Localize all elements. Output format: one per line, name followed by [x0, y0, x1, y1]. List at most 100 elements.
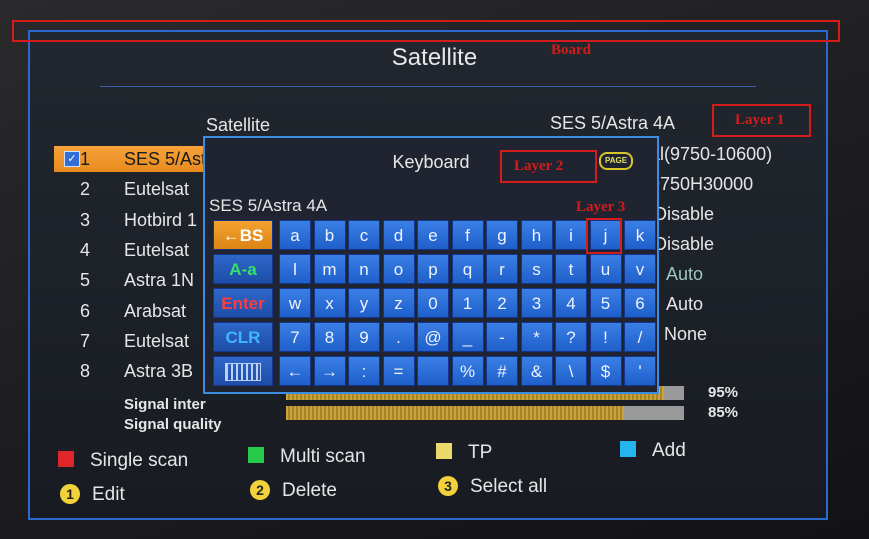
- arrow-left-key[interactable]: ←: [279, 356, 311, 386]
- key[interactable]: v: [624, 254, 656, 284]
- key[interactable]: f: [451, 220, 484, 250]
- setting-value[interactable]: al(9750-10600): [650, 144, 772, 165]
- number-2-icon: 2: [250, 480, 270, 500]
- key[interactable]: p: [417, 254, 449, 284]
- legend-delete[interactable]: 2 Delete: [250, 480, 337, 502]
- key[interactable]: h: [520, 220, 553, 250]
- setting-value[interactable]: Disable: [654, 204, 714, 225]
- satellite-name: Eutelsat: [124, 330, 190, 351]
- satellite-name: Hotbird 1: [124, 209, 198, 230]
- key[interactable]: !: [589, 322, 622, 352]
- satellite-row[interactable]: 4 Eutelsat: [54, 237, 204, 263]
- key[interactable]: 0: [417, 288, 449, 318]
- key[interactable]: 5: [589, 288, 622, 318]
- legend-edit[interactable]: 1 Edit: [60, 484, 125, 506]
- setting-value[interactable]: Auto: [666, 264, 703, 285]
- key[interactable]: -: [486, 322, 518, 352]
- key[interactable]: x: [313, 288, 346, 318]
- fn-key-case[interactable]: A-a: [213, 254, 273, 284]
- key[interactable]: &: [520, 356, 553, 386]
- satellite-row[interactable]: ✓1 SES 5/Astra 4A: [54, 146, 208, 172]
- legend-select-all[interactable]: 3 Select all: [438, 476, 547, 498]
- key[interactable]: 8: [313, 322, 346, 352]
- satellite-row[interactable]: 2 Eutelsat: [54, 176, 204, 202]
- key[interactable]: 6: [624, 288, 656, 318]
- column-header-current-satellite: SES 5/Astra 4A: [550, 113, 676, 133]
- key[interactable]: =: [382, 356, 415, 386]
- key[interactable]: /: [624, 322, 656, 352]
- key[interactable]: n: [348, 254, 380, 284]
- key[interactable]: #: [486, 356, 518, 386]
- key[interactable]: ': [624, 356, 656, 386]
- arrow-right-key[interactable]: →: [313, 356, 346, 386]
- signal-quality-label: Signal quality: [124, 416, 222, 433]
- key[interactable]: \: [555, 356, 587, 386]
- key[interactable]: _: [451, 322, 484, 352]
- satellite-row[interactable]: 6 Arabsat: [54, 298, 204, 324]
- setting-value[interactable]: Disable: [654, 234, 714, 255]
- checkbox-icon[interactable]: ✓: [64, 151, 80, 167]
- fn-key-enter[interactable]: Enter: [213, 288, 273, 318]
- key[interactable]: m: [313, 254, 346, 284]
- key[interactable]: l: [279, 254, 311, 284]
- key[interactable]: 7: [279, 322, 311, 352]
- satellite-row[interactable]: 5 Astra 1N: [54, 267, 204, 293]
- legend-multi-scan-label: Multi scan: [280, 446, 366, 467]
- key[interactable]: s: [520, 254, 553, 284]
- key[interactable]: t: [555, 254, 587, 284]
- key[interactable]: .: [382, 322, 415, 352]
- key[interactable]: @: [417, 322, 449, 352]
- key[interactable]: 3: [520, 288, 553, 318]
- key[interactable]: ?: [555, 322, 587, 352]
- fn-key-clear[interactable]: CLR: [213, 322, 273, 352]
- key[interactable]: o: [382, 254, 415, 284]
- satellite-row[interactable]: 7 Eutelsat: [54, 328, 204, 354]
- annotation-layer2-label: Layer 2: [514, 158, 564, 174]
- key[interactable]: w: [279, 288, 311, 318]
- setting-value[interactable]: Auto: [666, 294, 703, 315]
- annotation-layer3-box: [586, 218, 622, 254]
- key[interactable]: u: [589, 254, 622, 284]
- setting-value[interactable]: None: [664, 324, 707, 345]
- key[interactable]: e: [417, 220, 449, 250]
- key[interactable]: r: [486, 254, 518, 284]
- key[interactable]: i: [555, 220, 587, 250]
- keyboard-input-field[interactable]: SES 5/Astra 4A: [209, 196, 327, 216]
- key[interactable]: *: [520, 322, 553, 352]
- key[interactable]: $: [589, 356, 622, 386]
- key[interactable]: 4: [555, 288, 587, 318]
- satellite-number: 6: [80, 300, 91, 321]
- key[interactable]: z: [382, 288, 415, 318]
- key[interactable]: 2: [486, 288, 518, 318]
- key[interactable]: a: [279, 220, 311, 250]
- satellite-number: 4: [80, 239, 91, 260]
- legend-tp[interactable]: TP: [436, 442, 492, 464]
- yellow-key-icon: [436, 443, 452, 459]
- legend-add[interactable]: Add: [620, 440, 686, 462]
- legend-single-scan[interactable]: Single scan: [58, 450, 188, 472]
- fn-key-backspace[interactable]: ←BS: [213, 220, 273, 250]
- legend-delete-label: Delete: [282, 480, 337, 501]
- satellite-name: Arabsat: [124, 300, 187, 321]
- keyboard-toggle-key[interactable]: [213, 356, 273, 386]
- key[interactable]: y: [348, 288, 380, 318]
- key[interactable]: 9: [348, 322, 380, 352]
- satellite-number: 7: [80, 330, 91, 351]
- satellite-number: 3: [80, 209, 91, 230]
- key[interactable]: c: [348, 220, 380, 250]
- key[interactable]: q: [451, 254, 484, 284]
- satellite-row[interactable]: 8 Astra 3B: [54, 358, 204, 384]
- key[interactable]: 1: [451, 288, 484, 318]
- legend-multi-scan[interactable]: Multi scan: [248, 446, 366, 468]
- setting-value[interactable]: 9750H30000: [650, 174, 753, 195]
- key[interactable]: k: [624, 220, 656, 250]
- key[interactable]: %: [451, 356, 484, 386]
- key[interactable]: g: [486, 220, 518, 250]
- column-header-satellite: Satellite: [206, 115, 271, 135]
- key[interactable]: :: [348, 356, 380, 386]
- space-key[interactable]: [417, 356, 449, 386]
- satellite-row[interactable]: 3 Hotbird 1: [54, 207, 204, 233]
- satellite-name: Astra 3B: [124, 361, 194, 382]
- key[interactable]: b: [313, 220, 346, 250]
- key[interactable]: d: [382, 220, 415, 250]
